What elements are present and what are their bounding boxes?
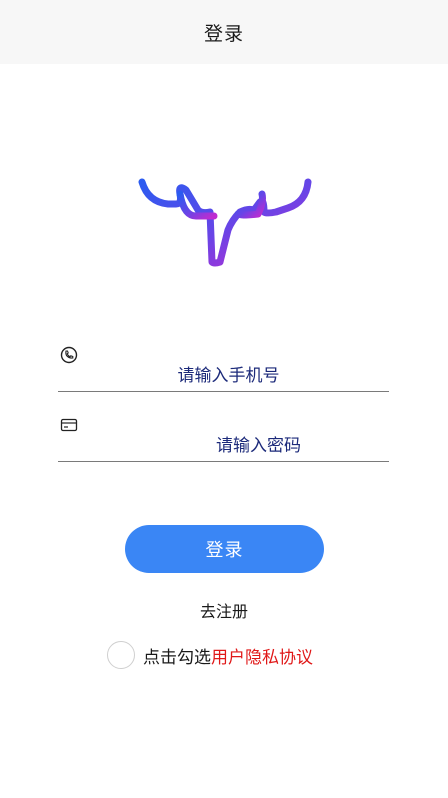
agreement-row: 点击勾选 用户隐私协议: [107, 640, 313, 670]
agreement-text: 点击勾选: [143, 647, 211, 668]
top-bar: 登录: [0, 0, 448, 64]
password-field: [58, 412, 389, 462]
phone-icon: [60, 346, 78, 364]
register-link[interactable]: 去注册: [0, 598, 448, 622]
app-logo: [138, 178, 312, 267]
password-input[interactable]: [128, 433, 389, 459]
page-title: 登录: [203, 22, 244, 45]
agreement-checkbox[interactable]: [107, 641, 135, 669]
login-button[interactable]: 登录: [125, 525, 324, 573]
phone-input[interactable]: [68, 363, 389, 389]
phone-field: [58, 342, 389, 392]
privacy-policy-link[interactable]: 用户隐私协议: [211, 643, 313, 668]
card-icon: [60, 418, 78, 432]
